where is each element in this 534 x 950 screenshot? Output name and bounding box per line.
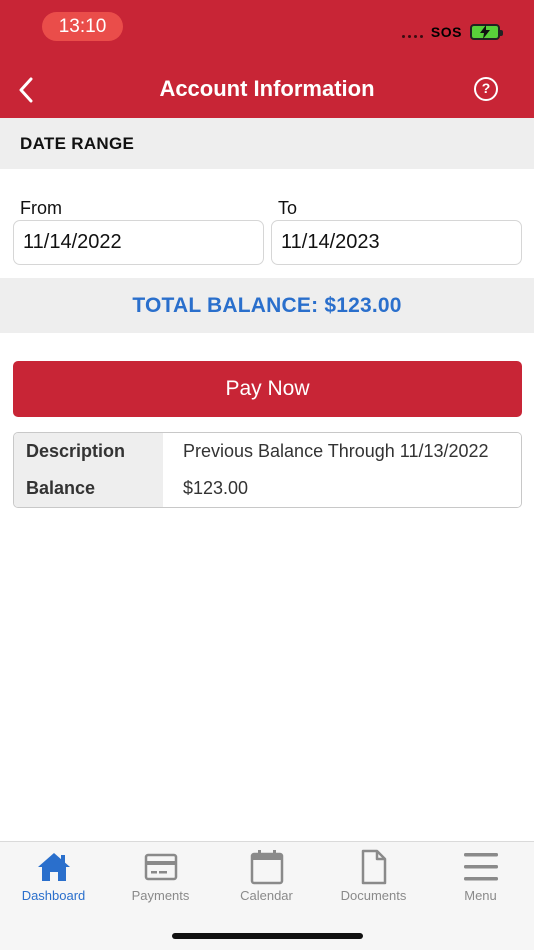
status-time: 13:10 — [42, 12, 123, 41]
tab-calendar[interactable]: Calendar — [213, 848, 320, 912]
credit-card-icon — [144, 848, 178, 886]
date-range-header: DATE RANGE — [0, 118, 534, 169]
detail-values-column: Previous Balance Through 11/13/2022 $123… — [163, 433, 521, 507]
tab-documents-label: Documents — [340, 888, 407, 903]
carrier-label: SOS — [430, 24, 462, 40]
page-title: Account Information — [159, 76, 375, 101]
pay-now-button[interactable]: Pay Now — [13, 361, 522, 417]
tab-payments-label: Payments — [131, 888, 190, 903]
tab-menu-label: Menu — [464, 888, 497, 903]
from-date-input[interactable] — [13, 220, 264, 265]
document-icon — [360, 848, 388, 886]
tab-payments[interactable]: Payments — [107, 848, 214, 912]
battery-charging-icon — [470, 24, 503, 40]
from-label: From — [20, 198, 62, 218]
tab-calendar-label: Calendar — [240, 888, 293, 903]
home-icon — [36, 848, 72, 886]
balance-detail-table: Description Balance Previous Balance Thr… — [13, 432, 522, 508]
detail-value-description: Previous Balance Through 11/13/2022 — [183, 441, 489, 461]
date-range-title: DATE RANGE — [20, 134, 135, 153]
tab-dashboard-label: Dashboard — [21, 888, 86, 903]
app-header: 13:10 SOS Account Information ? — [0, 0, 534, 118]
hamburger-menu-icon — [463, 848, 499, 886]
detail-labels-column: Description Balance — [14, 433, 163, 507]
tab-dashboard[interactable]: Dashboard — [0, 848, 107, 912]
total-balance: TOTAL BALANCE: $123.00 — [132, 294, 402, 317]
total-balance-bar: TOTAL BALANCE: $123.00 — [0, 278, 534, 333]
signal-icon — [401, 34, 423, 38]
tab-documents[interactable]: Documents — [320, 848, 427, 912]
to-label: To — [278, 198, 298, 218]
detail-label-balance: Balance — [26, 478, 96, 498]
tab-menu[interactable]: Menu — [427, 848, 534, 912]
status-indicators: SOS — [401, 22, 503, 42]
help-icon[interactable]: ? — [474, 77, 498, 101]
detail-value-balance: $123.00 — [183, 478, 249, 498]
calendar-icon — [250, 848, 284, 886]
home-indicator[interactable] — [172, 933, 363, 939]
detail-label-description: Description — [26, 441, 126, 461]
to-date-input[interactable] — [271, 220, 522, 265]
